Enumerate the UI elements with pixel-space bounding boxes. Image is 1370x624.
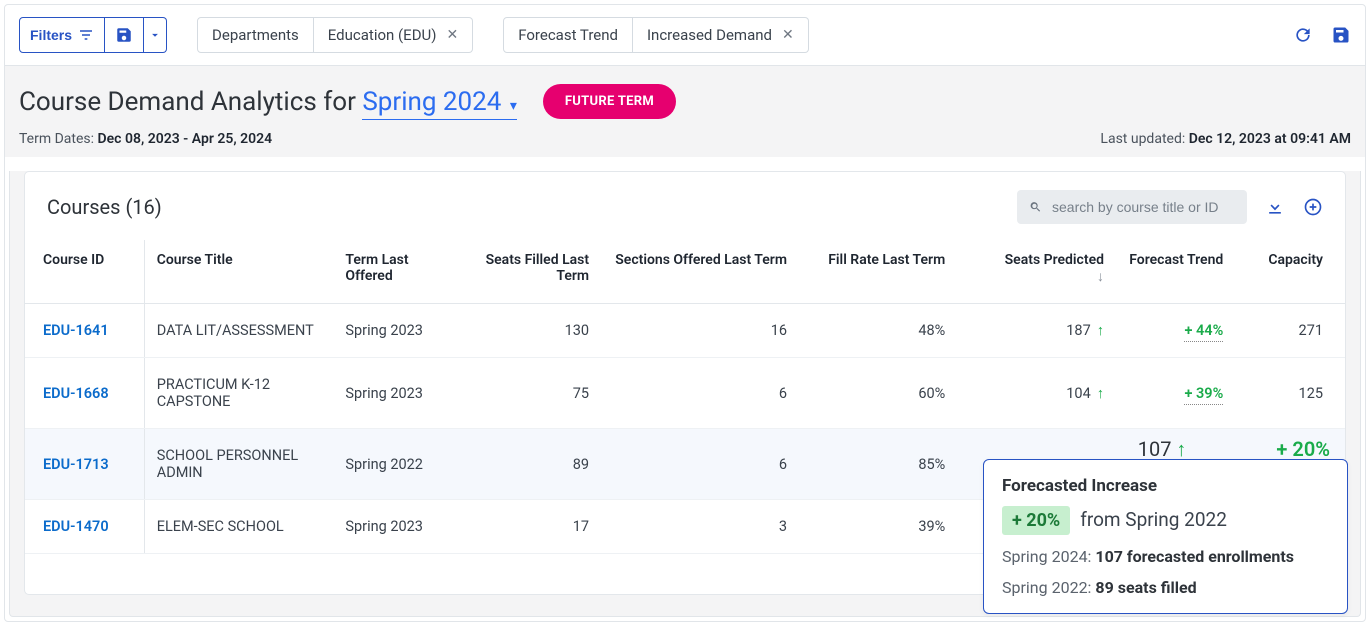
toolbar: Filters Departments Education (EDU) ✕ Fo… [5, 5, 1365, 66]
last-updated-value: Dec 12, 2023 at 09:41 AM [1189, 131, 1351, 147]
term-selector[interactable]: Spring 2024 ▾ [362, 87, 517, 120]
save-button[interactable] [105, 17, 144, 53]
last-updated-label: Last updated: [1100, 131, 1185, 147]
sort-desc-icon: ↓ [1097, 269, 1104, 285]
seats-last-cell: 89 [453, 429, 601, 500]
course-id-link[interactable]: EDU-1713 [43, 456, 109, 473]
term-dates-label: Term Dates: [19, 131, 94, 147]
arrow-up-icon: ↑ [1097, 322, 1104, 339]
title-prefix: Course Demand Analytics for [19, 87, 362, 117]
col-seats-pred[interactable]: Seats Predicted ↓ [957, 240, 1116, 304]
col-term-last[interactable]: Term Last Offered [333, 240, 452, 304]
course-id-link[interactable]: EDU-1470 [43, 518, 109, 535]
chip-label: Increased Demand [647, 26, 772, 44]
fill-cell: 48% [799, 304, 957, 358]
fill-cell: 85% [799, 429, 957, 500]
filters-label: Filters [30, 27, 72, 43]
card-title: Courses (16) [47, 195, 1017, 219]
col-course-title[interactable]: Course Title [144, 240, 333, 304]
term-label: Spring 2024 [362, 87, 501, 117]
close-icon[interactable]: ✕ [447, 27, 459, 43]
sections-cell: 3 [601, 500, 799, 554]
save-icon [1331, 25, 1351, 45]
seats-last-cell: 130 [453, 304, 601, 358]
caret-down-icon: ▾ [510, 98, 517, 114]
sections-cell: 6 [601, 358, 799, 429]
sections-cell: 16 [601, 304, 799, 358]
refresh-icon [1293, 25, 1313, 45]
save-icon [115, 26, 133, 44]
seats-pred-cell: 104↑ [957, 358, 1116, 429]
download-icon [1265, 197, 1285, 217]
seats-last-cell: 17 [453, 500, 601, 554]
chip-departments[interactable]: Departments [197, 17, 314, 53]
table-row[interactable]: EDU-1668 PRACTICUM K-12 CAPSTONE Spring … [25, 358, 1345, 429]
filter-icon [78, 27, 94, 43]
search-icon [1029, 198, 1042, 216]
tooltip-title: Forecasted Increase [1002, 476, 1329, 496]
arrow-up-icon: ↑ [1097, 385, 1104, 402]
col-course-id[interactable]: Course ID [25, 240, 144, 304]
caret-down-icon [148, 28, 162, 42]
close-icon[interactable]: ✕ [782, 27, 794, 43]
tooltip-line-2: Spring 2022: 89 seats filled [1002, 578, 1329, 597]
page-title: Course Demand Analytics for Spring 2024 … [19, 87, 517, 117]
col-seats-last[interactable]: Seats Filled Last Term [453, 240, 601, 304]
term-cell: Spring 2023 [333, 304, 452, 358]
col-capacity[interactable]: Capacity [1235, 240, 1345, 304]
table-row[interactable]: EDU-1641 DATA LIT/ASSESSMENT Spring 2023… [25, 304, 1345, 358]
future-term-badge: FUTURE TERM [543, 84, 676, 119]
capacity-cell: 125 [1235, 358, 1345, 429]
course-title-cell: ELEM-SEC SCHOOL [144, 500, 333, 554]
save-page-button[interactable] [1331, 25, 1351, 45]
tooltip-line-1: Spring 2024: 107 forecasted enrollments [1002, 547, 1329, 566]
trend-cell[interactable]: + 39% [1116, 358, 1235, 429]
sections-cell: 6 [601, 429, 799, 500]
course-title-cell: PRACTICUM K-12 CAPSTONE [144, 358, 333, 429]
tooltip-from: from Spring 2022 [1080, 508, 1227, 531]
page-header: Course Demand Analytics for Spring 2024 … [5, 66, 1365, 157]
term-cell: Spring 2023 [333, 500, 452, 554]
col-trend[interactable]: Forecast Trend [1116, 240, 1235, 304]
col-seats-pred-label: Seats Predicted [1005, 252, 1104, 268]
seats-pred-cell: 187↑ [957, 304, 1116, 358]
filters-button[interactable]: Filters [19, 17, 105, 53]
col-fill-rate[interactable]: Fill Rate Last Term [799, 240, 957, 304]
course-id-link[interactable]: EDU-1668 [43, 385, 109, 402]
term-dates-value: Dec 08, 2023 - Apr 25, 2024 [98, 131, 273, 147]
chip-forecast-trend[interactable]: Forecast Trend [503, 17, 633, 53]
term-cell: Spring 2022 [333, 429, 452, 500]
plus-circle-icon [1303, 197, 1323, 217]
course-title-cell: DATA LIT/ASSESSMENT [144, 304, 333, 358]
arrow-up-icon: ↑ [1176, 437, 1186, 461]
add-button[interactable] [1303, 197, 1323, 217]
chip-label: Education (EDU) [328, 26, 437, 44]
filter-chips-2: Forecast Trend Increased Demand ✕ [503, 17, 808, 53]
chip-increased-demand[interactable]: Increased Demand ✕ [633, 17, 809, 53]
chip-education[interactable]: Education (EDU) ✕ [314, 17, 473, 53]
save-dropdown-button[interactable] [144, 17, 167, 53]
col-sections[interactable]: Sections Offered Last Term [601, 240, 799, 304]
chip-label: Departments [212, 26, 299, 44]
term-dates: Term Dates: Dec 08, 2023 - Apr 25, 2024 [19, 131, 272, 147]
chip-label: Forecast Trend [518, 26, 618, 44]
course-id-link[interactable]: EDU-1641 [43, 322, 109, 339]
fill-cell: 60% [799, 358, 957, 429]
tooltip-badge: + 20% [1002, 506, 1070, 535]
forecast-tooltip: Forecasted Increase + 20% from Spring 20… [983, 459, 1348, 614]
fill-cell: 39% [799, 500, 957, 554]
refresh-button[interactable] [1293, 25, 1313, 45]
download-button[interactable] [1265, 197, 1285, 217]
term-cell: Spring 2023 [333, 358, 452, 429]
capacity-cell: 271 [1235, 304, 1345, 358]
search-input[interactable] [1050, 198, 1235, 216]
trend-cell[interactable]: + 44% [1116, 304, 1235, 358]
filter-chips: Departments Education (EDU) ✕ [197, 17, 473, 53]
course-title-cell: SCHOOL PERSONNEL ADMIN [144, 429, 333, 500]
search-box[interactable] [1017, 190, 1247, 224]
seats-last-cell: 75 [453, 358, 601, 429]
last-updated: Last updated: Dec 12, 2023 at 09:41 AM [1100, 131, 1351, 147]
